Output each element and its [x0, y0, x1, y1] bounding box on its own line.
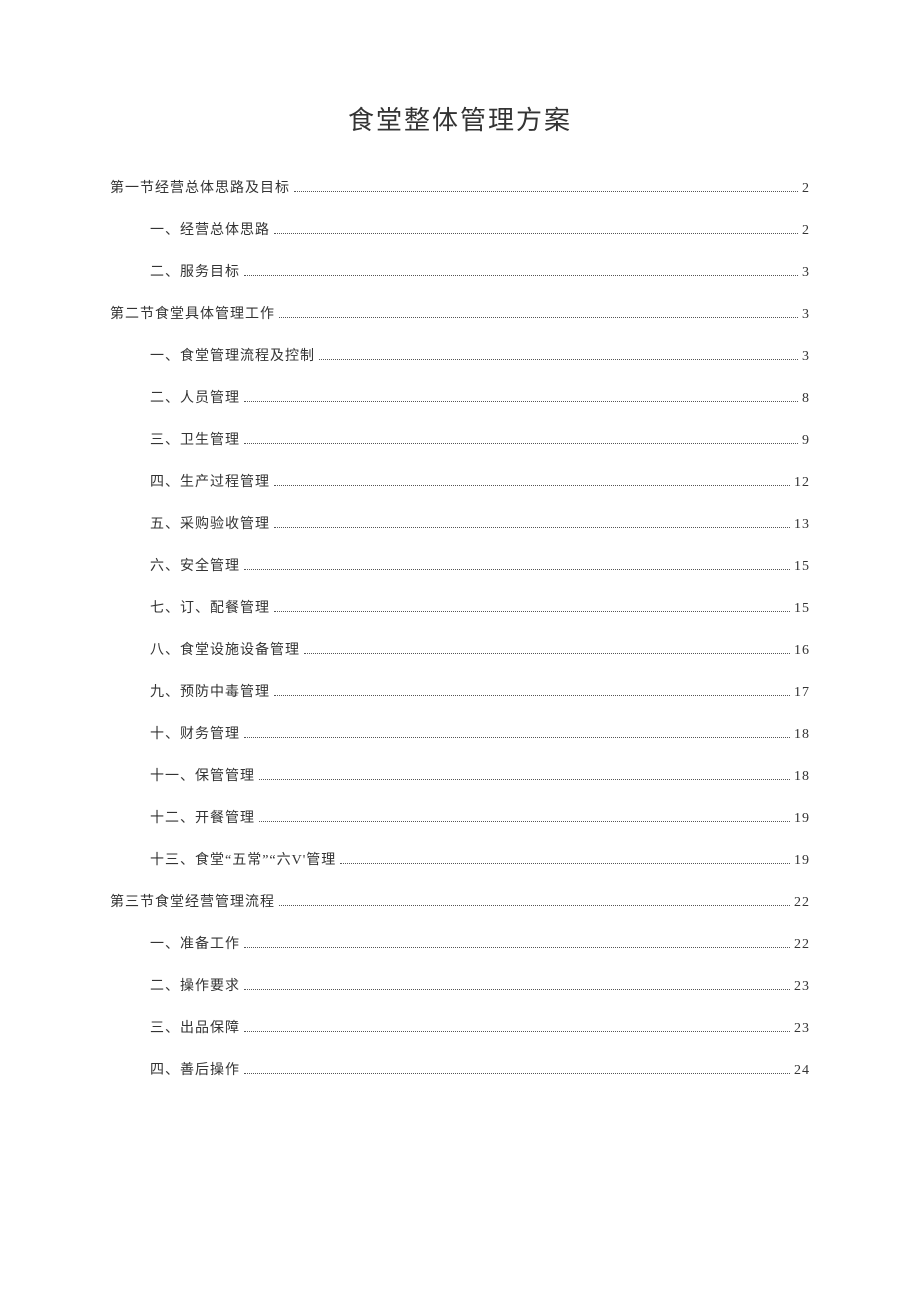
toc-entry-page: 2	[802, 223, 810, 239]
toc-leader-dots	[244, 275, 798, 276]
toc-leader-dots	[340, 863, 790, 864]
toc-entry-label: 二、服务目标	[150, 261, 240, 281]
toc-entry: 第一节经营总体思路及目标 2	[110, 177, 810, 197]
toc-entry-label: 第一节经营总体思路及目标	[110, 177, 290, 197]
toc-entry-label: 十、财务管理	[150, 723, 240, 743]
toc-entry-page: 16	[794, 643, 810, 659]
toc-entry-label: 三、卫生管理	[150, 429, 240, 449]
toc-entry-label: 七、订、配餐管理	[150, 597, 270, 617]
toc-entry-page: 9	[802, 433, 810, 449]
toc-entry-label: 五、采购验收管理	[150, 513, 270, 533]
toc-entry: 二、人员管理 8	[110, 387, 810, 407]
toc-leader-dots	[244, 989, 790, 990]
toc-entry: 一、食堂管理流程及控制 3	[110, 345, 810, 365]
table-of-contents: 第一节经营总体思路及目标2一、经营总体思路2二、服务目标3第二节食堂具体管理工作…	[110, 177, 810, 1079]
toc-entry: 十三、食堂“五常”“六V'管理 19	[110, 849, 810, 869]
toc-entry: 二、操作要求 23	[110, 975, 810, 995]
toc-entry-label: 十二、开餐管理	[150, 807, 255, 827]
toc-leader-dots	[244, 443, 798, 444]
toc-leader-dots	[244, 947, 790, 948]
toc-leader-dots	[274, 695, 790, 696]
toc-entry: 九、预防中毒管理 17	[110, 681, 810, 701]
toc-leader-dots	[294, 191, 798, 192]
toc-leader-dots	[244, 569, 790, 570]
toc-entry: 三、卫生管理 9	[110, 429, 810, 449]
toc-entry-page: 2	[802, 181, 810, 197]
toc-entry-label: 第二节食堂具体管理工作	[110, 303, 275, 323]
toc-leader-dots	[244, 1031, 790, 1032]
toc-entry-label: 四、善后操作	[150, 1059, 240, 1079]
toc-entry-label: 十一、保管管理	[150, 765, 255, 785]
toc-entry-page: 15	[794, 601, 810, 617]
toc-leader-dots	[274, 611, 790, 612]
toc-entry-page: 23	[794, 1021, 810, 1037]
toc-entry-page: 24	[794, 1063, 810, 1079]
toc-entry-label: 一、食堂管理流程及控制	[150, 345, 315, 365]
toc-entry-label: 十三、食堂“五常”“六V'管理	[150, 849, 336, 869]
toc-leader-dots	[279, 317, 798, 318]
toc-entry: 五、采购验收管理 13	[110, 513, 810, 533]
toc-entry-page: 22	[794, 895, 810, 911]
toc-leader-dots	[274, 233, 798, 234]
toc-entry-label: 四、生产过程管理	[150, 471, 270, 491]
toc-entry-page: 3	[802, 265, 810, 281]
toc-entry: 一、准备工作 22	[110, 933, 810, 953]
toc-entry-page: 13	[794, 517, 810, 533]
toc-entry-label: 三、出品保障	[150, 1017, 240, 1037]
toc-entry: 第三节食堂经营管理流程 22	[110, 891, 810, 911]
toc-entry-page: 22	[794, 937, 810, 953]
toc-entry: 一、经营总体思路 2	[110, 219, 810, 239]
toc-entry-label: 八、食堂设施设备管理	[150, 639, 300, 659]
document-title: 食堂整体管理方案	[110, 100, 810, 137]
toc-entry-page: 18	[794, 727, 810, 743]
toc-entry: 六、安全管理 15	[110, 555, 810, 575]
toc-leader-dots	[244, 737, 790, 738]
toc-entry-page: 18	[794, 769, 810, 785]
toc-leader-dots	[259, 779, 790, 780]
toc-entry-page: 12	[794, 475, 810, 491]
toc-entry-page: 17	[794, 685, 810, 701]
toc-entry: 三、出品保障 23	[110, 1017, 810, 1037]
toc-entry-page: 19	[794, 811, 810, 827]
toc-entry: 十一、保管管理 18	[110, 765, 810, 785]
toc-entry-label: 一、经营总体思路	[150, 219, 270, 239]
toc-entry: 八、食堂设施设备管理 16	[110, 639, 810, 659]
toc-leader-dots	[319, 359, 798, 360]
toc-leader-dots	[244, 1073, 790, 1074]
toc-leader-dots	[304, 653, 790, 654]
toc-entry: 十、财务管理 18	[110, 723, 810, 743]
toc-leader-dots	[259, 821, 790, 822]
toc-entry-page: 8	[802, 391, 810, 407]
toc-leader-dots	[274, 485, 790, 486]
toc-leader-dots	[274, 527, 790, 528]
toc-entry-page: 3	[802, 307, 810, 323]
toc-entry: 七、订、配餐管理 15	[110, 597, 810, 617]
toc-leader-dots	[279, 905, 790, 906]
toc-entry-label: 二、人员管理	[150, 387, 240, 407]
toc-entry: 四、生产过程管理 12	[110, 471, 810, 491]
toc-leader-dots	[244, 401, 798, 402]
toc-entry-label: 第三节食堂经营管理流程	[110, 891, 275, 911]
toc-entry: 二、服务目标 3	[110, 261, 810, 281]
toc-entry: 十二、开餐管理 19	[110, 807, 810, 827]
toc-entry-label: 二、操作要求	[150, 975, 240, 995]
toc-entry-label: 一、准备工作	[150, 933, 240, 953]
toc-entry: 四、善后操作 24	[110, 1059, 810, 1079]
toc-entry-page: 23	[794, 979, 810, 995]
toc-entry-label: 九、预防中毒管理	[150, 681, 270, 701]
toc-entry-page: 19	[794, 853, 810, 869]
toc-entry-page: 15	[794, 559, 810, 575]
toc-entry-page: 3	[802, 349, 810, 365]
toc-entry-label: 六、安全管理	[150, 555, 240, 575]
toc-entry: 第二节食堂具体管理工作 3	[110, 303, 810, 323]
